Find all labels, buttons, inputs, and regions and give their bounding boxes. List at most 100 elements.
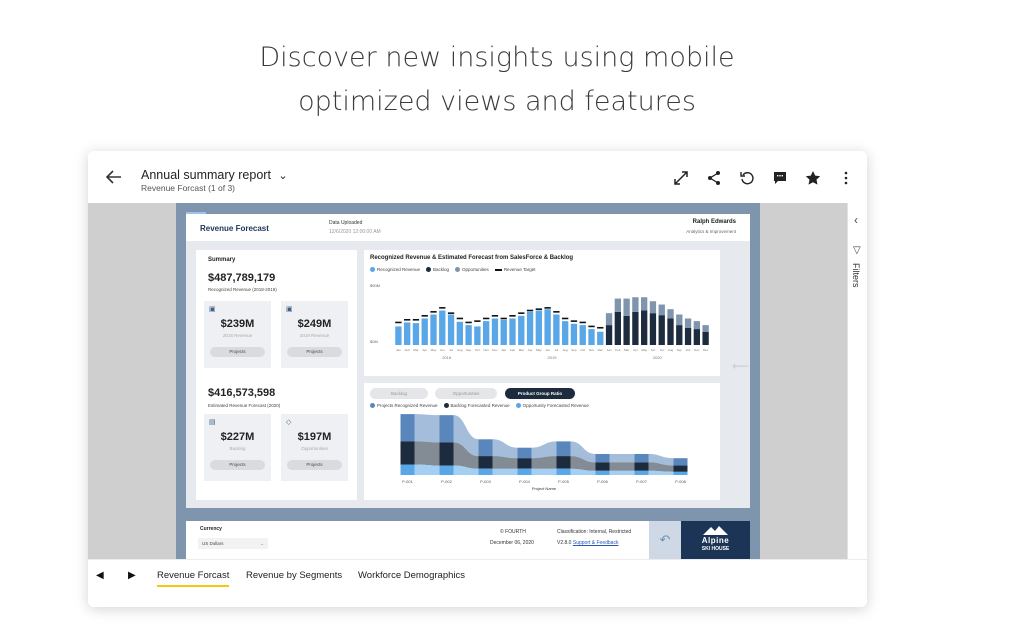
filters-pane[interactable]: ‹ ▽ Filters [847, 203, 867, 559]
tab-workforce-demographics[interactable]: Workforce Demographics [358, 570, 465, 581]
year-group-label: 2019 [548, 355, 558, 360]
bar-opportunities [632, 297, 639, 312]
bar-backlog [676, 325, 683, 345]
estimated-revenue-value: $416,573,598 [208, 387, 276, 399]
star-icon[interactable] [804, 169, 822, 187]
report-body: Summary $487,789,179 Recognized Revenue … [186, 241, 750, 508]
kpi-card-backlog: ▤ $227M Backlog Projects [204, 414, 271, 481]
project-flow-chart[interactable]: P-001 P-002 P-003 P-004 P-005 P-006 P-007 P-008… [364, 383, 720, 500]
tab-revenue-forcast[interactable]: Revenue Forcast [157, 570, 230, 587]
bar-backlog [623, 315, 630, 345]
projects-button[interactable]: Projects [287, 347, 342, 357]
x-tick-label: P-003 [480, 479, 491, 484]
currency-label: Currency [200, 526, 222, 532]
x-tick-label: Apr [633, 348, 638, 352]
flow-column-segment [478, 456, 493, 469]
x-tick-label: Feb [510, 348, 516, 352]
flow-column-segment [673, 458, 688, 466]
flow-column-segment [517, 468, 532, 475]
x-tick-label: Dec [598, 348, 604, 352]
year-group-label: 2020 [653, 355, 663, 360]
reset-icon[interactable] [738, 169, 756, 187]
revenue-target-mark [570, 320, 578, 322]
x-tick-label: Nov [483, 348, 489, 352]
report-footer: Currency US Dollars ⌄ © FOURTH December … [186, 521, 750, 559]
bar-recognized-revenue [474, 326, 481, 345]
bar-recognized-revenue [588, 329, 595, 345]
flow-column-segment [673, 471, 688, 475]
x-tick-label: Mar [413, 348, 418, 352]
revenue-target-mark [430, 311, 437, 313]
chevron-left-icon[interactable]: ‹ [854, 213, 858, 227]
x-tick-label: Jan [396, 348, 401, 352]
bar-backlog [702, 331, 709, 345]
share-icon[interactable] [705, 169, 723, 187]
bar-recognized-revenue [579, 325, 586, 345]
flow-column-segment [673, 465, 688, 472]
bar-recognized-revenue [430, 314, 437, 345]
flow-column-segment [595, 462, 610, 471]
support-feedback-link[interactable]: Support & Feedback [573, 540, 619, 546]
money-icon: ▣ [209, 306, 216, 313]
x-tick-label: P-002 [441, 479, 452, 484]
projects-button[interactable]: Projects [287, 460, 342, 470]
currency-select[interactable]: US Dollars ⌄ [198, 538, 268, 549]
x-tick-label: Sep [677, 348, 683, 352]
copyright-text: © FOURTH [500, 529, 526, 535]
kpi-value: $197M [297, 431, 332, 443]
flow-column-segment [634, 462, 649, 471]
x-tick-label: Jan [607, 348, 612, 352]
bar-backlog [641, 310, 648, 345]
projects-button[interactable]: Projects [210, 460, 265, 470]
expand-icon[interactable] [672, 169, 690, 187]
x-tick-label: Apr [528, 348, 533, 352]
x-tick-label: P-004 [519, 479, 530, 484]
headline-line-2: optimized views and features [298, 86, 696, 117]
x-tick-label: Dec [703, 348, 709, 352]
bar-backlog [667, 318, 674, 345]
back-arrow-icon[interactable] [104, 167, 124, 187]
flow-column-segment [400, 441, 415, 465]
previous-page-icon[interactable]: ◀ [96, 570, 104, 581]
revenue-target-mark [518, 312, 525, 314]
flow-column-segment [439, 415, 454, 443]
revenue-bar-chart[interactable]: $90M$0MJan Feb Mar Apr May Jun Jul Aug Sep Oct Nov… [364, 250, 720, 376]
bar-recognized-revenue [544, 309, 551, 345]
data-uploaded-value: 12/6/2020 12:00:00 AM [329, 229, 381, 235]
headline-line-1: Discover new insights using mobile [259, 42, 735, 73]
summary-card: Summary $487,789,179 Recognized Revenue … [196, 250, 357, 500]
page-tabs-bar: ◀ ▶ Revenue Forcast Revenue by Segments … [88, 559, 867, 607]
revenue-chart-card: Recognized Revenue & Estimated Forecast … [364, 250, 720, 376]
bar-recognized-revenue [535, 310, 542, 345]
revenue-target-mark [395, 321, 402, 324]
y-tick-label: $0M [370, 339, 378, 344]
flow-column-segment [634, 470, 649, 475]
ribbon-projects-recognized [531, 441, 557, 459]
bar-opportunities [702, 325, 709, 332]
report-title-dropdown[interactable]: Annual summary report ⌄ [141, 168, 288, 182]
more-icon[interactable] [837, 169, 855, 187]
arrow-left-icon[interactable]: ⟵ [732, 359, 749, 373]
tab-revenue-by-segments[interactable]: Revenue by Segments [246, 570, 342, 581]
revenue-target-mark [597, 326, 604, 329]
flow-column-segment [439, 465, 454, 475]
projects-button[interactable]: Projects [210, 347, 265, 357]
bar-opportunities [641, 297, 648, 311]
flow-column-segment [478, 439, 493, 457]
bar-recognized-revenue [518, 315, 525, 345]
bar-opportunities [693, 321, 700, 330]
revenue-target-mark [439, 307, 446, 309]
bar-backlog [693, 329, 700, 345]
x-tick-label: Jun [651, 348, 656, 352]
bar-recognized-revenue [404, 322, 411, 345]
version-text: V2.8.0 [557, 540, 572, 546]
next-page-icon[interactable]: ▶ [128, 570, 136, 581]
comment-icon[interactable] [771, 169, 789, 187]
x-tick-label: P-005 [558, 479, 569, 484]
money-icon: ▣ [286, 306, 293, 313]
bar-opportunities [658, 304, 665, 316]
undo-icon[interactable]: ↶ [649, 521, 681, 559]
bar-recognized-revenue [562, 321, 569, 345]
chevron-down-icon: ⌄ [278, 170, 288, 182]
revenue-target-mark [500, 317, 507, 320]
